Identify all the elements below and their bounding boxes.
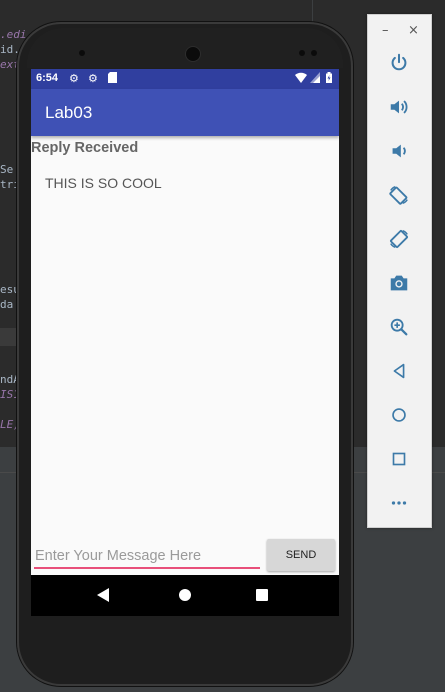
- wifi-icon: [295, 72, 307, 86]
- ide-code-line: Se: [0, 163, 14, 176]
- nav-back-icon[interactable]: [97, 588, 109, 602]
- rotate-right-icon[interactable]: [382, 225, 416, 253]
- volume-down-icon[interactable]: [382, 137, 416, 165]
- nav-bar: [31, 575, 339, 616]
- settings-notification-icon: ⚙: [69, 72, 79, 85]
- volume-up-icon[interactable]: [382, 93, 416, 121]
- more-icon[interactable]: [382, 489, 416, 517]
- minimize-button[interactable]: –: [382, 23, 389, 38]
- sensor-icon: [311, 50, 317, 56]
- reply-message: THIS IS SO COOL: [45, 175, 162, 191]
- ide-code-line: id.: [0, 43, 20, 56]
- app-bar: Lab03: [31, 89, 339, 136]
- power-icon[interactable]: [382, 49, 416, 77]
- rotate-left-icon[interactable]: [382, 181, 416, 209]
- message-input[interactable]: [34, 545, 260, 569]
- nav-home-icon[interactable]: [179, 589, 191, 601]
- close-button[interactable]: ×: [408, 23, 419, 38]
- sd-card-icon: [108, 72, 117, 86]
- home-icon[interactable]: [382, 401, 416, 429]
- status-time: 6:54: [36, 72, 59, 84]
- app-title: Lab03: [45, 103, 93, 122]
- send-button[interactable]: SEND: [267, 539, 335, 571]
- ide-code-line: .edi: [0, 28, 27, 41]
- phone-top-bezel: [27, 28, 343, 68]
- sensor-icon: [299, 50, 305, 56]
- ide-code-line: da: [0, 298, 14, 311]
- nav-recents-icon[interactable]: [256, 589, 268, 601]
- cell-signal-icon: [310, 72, 320, 86]
- emulator-toolbar: – ×: [367, 14, 432, 528]
- zoom-icon[interactable]: [382, 313, 416, 341]
- reply-heading: Reply Received: [31, 140, 139, 156]
- status-bar: 6:54 ⚙ ⚙: [31, 69, 339, 89]
- back-icon[interactable]: [382, 357, 416, 385]
- speaker-icon: [185, 46, 201, 62]
- front-camera-icon: [79, 50, 85, 56]
- settings-notification-icon: ⚙: [88, 72, 98, 85]
- phone-screen: 6:54 ⚙ ⚙ Lab03 Reply Received THIS IS SO…: [31, 69, 339, 616]
- camera-icon[interactable]: [382, 269, 416, 297]
- overview-icon[interactable]: [382, 445, 416, 473]
- battery-icon: [326, 72, 332, 86]
